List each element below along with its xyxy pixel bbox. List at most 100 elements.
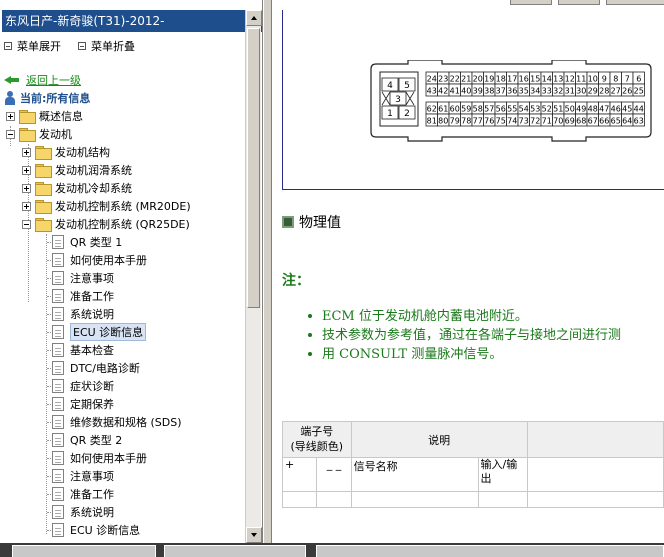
connector-pin-label: 18 [496, 75, 506, 84]
connector-pin-label: 21 [461, 75, 471, 84]
connector-pin-label: 55 [507, 105, 517, 114]
tree-item-engine-control-mr20[interactable]: 发动机控制系统 (MR20DE) [22, 197, 191, 215]
tree-item-qr25-doc[interactable]: 准备工作 [40, 287, 114, 305]
tree-item-label: 发动机控制系统 (QR25DE) [55, 218, 190, 231]
tree-item-qr25-doc[interactable]: 如何使用本手册 [40, 449, 147, 467]
tree-item-qr25-doc[interactable]: 定期保养 [40, 395, 114, 413]
folder-icon [35, 164, 52, 178]
back-link[interactable]: 返回上一级 [4, 71, 81, 89]
tree-item-qr25-doc[interactable]: ECU 诊断信息 [40, 521, 140, 539]
folder-icon [19, 110, 36, 124]
connector-pin-label: 51 [553, 105, 563, 114]
tree-item-engine-mechanical[interactable]: 发动机结构 [22, 143, 110, 161]
pane-splitter[interactable] [263, 0, 272, 543]
connector-pin-label: 75 [496, 117, 506, 126]
connector-pin-label: 61 [438, 105, 448, 114]
connector-diagram-frame: 45312 24 23 22 21 20 19 18 17 16 15 14 13 12 11 10 9 8 7 6… [282, 10, 664, 190]
collapse-menu-button[interactable]: 菜单折叠 [78, 38, 135, 54]
collapse-icon [78, 42, 86, 50]
tree-item-qr25-doc[interactable]: 注意事项 [40, 269, 114, 287]
connector-pin-label: 52 [542, 105, 552, 114]
connector-pin-label: 30 [576, 87, 586, 96]
connector-pin-label: 44 [634, 105, 644, 114]
tree-item-engine-cooling[interactable]: 发动机冷却系统 [22, 179, 132, 197]
connector-pin-label: 1 [387, 109, 393, 119]
tree-item-qr25-doc[interactable]: 基本检查 [40, 341, 114, 359]
connector-pin-label: 81 [427, 117, 437, 126]
connector-pin-label: 4 [387, 81, 393, 91]
toolbar-button[interactable] [558, 0, 600, 5]
connector-pin-label: 32 [553, 87, 563, 96]
connector-pin-label: 7 [625, 75, 630, 84]
tree-item-qr25-doc[interactable]: 准备工作 [40, 485, 114, 503]
tree-item-engine[interactable]: 发动机 [6, 125, 72, 143]
tree-scrollbar[interactable] [245, 10, 262, 543]
collapse-menu-label: 菜单折叠 [91, 40, 135, 53]
tree-item-qr25-doc[interactable]: QR 类型 1 [40, 233, 122, 251]
connector-pin-label: 10 [588, 75, 598, 84]
bottom-tab[interactable] [164, 545, 306, 557]
tree-item-qr25-doc[interactable]: DTC/电路诊断 [40, 359, 140, 377]
document-icon [52, 361, 64, 375]
notes-list: ECM 位于发动机舱内蓄电池附近。 技术参数为参考值，通过在各端子与接地之间进行… [308, 307, 621, 364]
expand-plus-icon[interactable] [22, 183, 31, 193]
connector-pin-label: 76 [484, 117, 494, 126]
table-cell [350, 491, 479, 508]
document-icon [52, 415, 64, 429]
tree-item-qr25-doc[interactable]: 如何使用本手册 [40, 251, 147, 269]
document-icon [52, 469, 64, 483]
tree-item-qr25-doc[interactable]: ECU 诊断信息 [40, 323, 147, 341]
note-item: ECM 位于发动机舱内蓄电池附近。 [308, 307, 621, 326]
tree-item-label: ECU 诊断信息 [70, 524, 141, 537]
connector-pin-label: 37 [496, 87, 506, 96]
tree-item-overview[interactable]: 概述信息 [6, 107, 83, 125]
expand-icon [4, 42, 12, 50]
connector-pin-label: 15 [530, 75, 540, 84]
connector-pin-label: 65 [611, 117, 621, 126]
navigation-pane: 东风日产-新奇骏(T31)-2012- 菜单展开 菜单折叠 返回上一级 当前:所… [0, 0, 263, 543]
tree-item-qr25-doc[interactable]: 注意事项 [40, 467, 114, 485]
connector-pin-label: 8 [613, 75, 618, 84]
tree-item-qr25-doc[interactable]: QR 类型 2 [40, 431, 122, 449]
expand-plus-icon[interactable] [22, 201, 31, 211]
connector-pin-label: 29 [588, 87, 598, 96]
connector-pin-label: 11 [576, 75, 586, 84]
connector-pin-label: 74 [507, 117, 517, 126]
tree-item-engine-lubrication[interactable]: 发动机润滑系统 [22, 161, 132, 179]
tree-item-label: 注意事项 [70, 470, 114, 483]
tree-item-qr25-doc[interactable]: 系统说明 [40, 503, 114, 521]
bottom-tab[interactable] [316, 545, 664, 557]
connector-pin-label: 72 [530, 117, 540, 126]
connector-pin-label: 35 [519, 87, 529, 96]
toolbar-button[interactable] [606, 0, 664, 5]
back-arrow-icon [4, 74, 20, 86]
table-subheader-io: 输入/输出 [477, 457, 528, 492]
tree-item-label: 定期保养 [70, 398, 114, 411]
collapse-minus-icon[interactable] [22, 219, 31, 229]
tree-item-qr25-doc[interactable]: 维修数据和规格 (SDS) [40, 413, 182, 431]
folder-icon [35, 146, 52, 160]
expand-menu-button[interactable]: 菜单展开 [4, 38, 61, 54]
connector-pin-label: 14 [542, 75, 552, 84]
connector-pin-label: 28 [599, 87, 609, 96]
expand-plus-icon[interactable] [22, 147, 31, 157]
toolbar-button[interactable] [510, 0, 552, 5]
tree-item-qr25-doc[interactable]: 症状诊断 [40, 377, 114, 395]
expand-plus-icon[interactable] [22, 165, 31, 175]
tree-item-label: 发动机结构 [55, 146, 110, 159]
scroll-up-arrow-icon[interactable] [246, 10, 262, 26]
scroll-thumb[interactable] [247, 28, 260, 308]
tree-item-engine-control-qr25[interactable]: 发动机控制系统 (QR25DE) [22, 215, 190, 233]
collapse-minus-icon[interactable] [6, 129, 15, 139]
note-title: 注： [282, 273, 310, 289]
tree-item-qr25-doc[interactable]: 系统说明 [40, 305, 114, 323]
connector-pin-label: 78 [461, 117, 471, 126]
tree-item-label: 准备工作 [70, 488, 114, 501]
folder-open-icon [35, 218, 52, 232]
connector-pin-label: 22 [450, 75, 460, 84]
scroll-down-arrow-icon[interactable] [246, 527, 262, 543]
bottom-tab[interactable] [12, 545, 156, 557]
connector-pin-label: 77 [473, 117, 483, 126]
connector-pin-label: 42 [438, 87, 448, 96]
expand-plus-icon[interactable] [6, 111, 15, 121]
